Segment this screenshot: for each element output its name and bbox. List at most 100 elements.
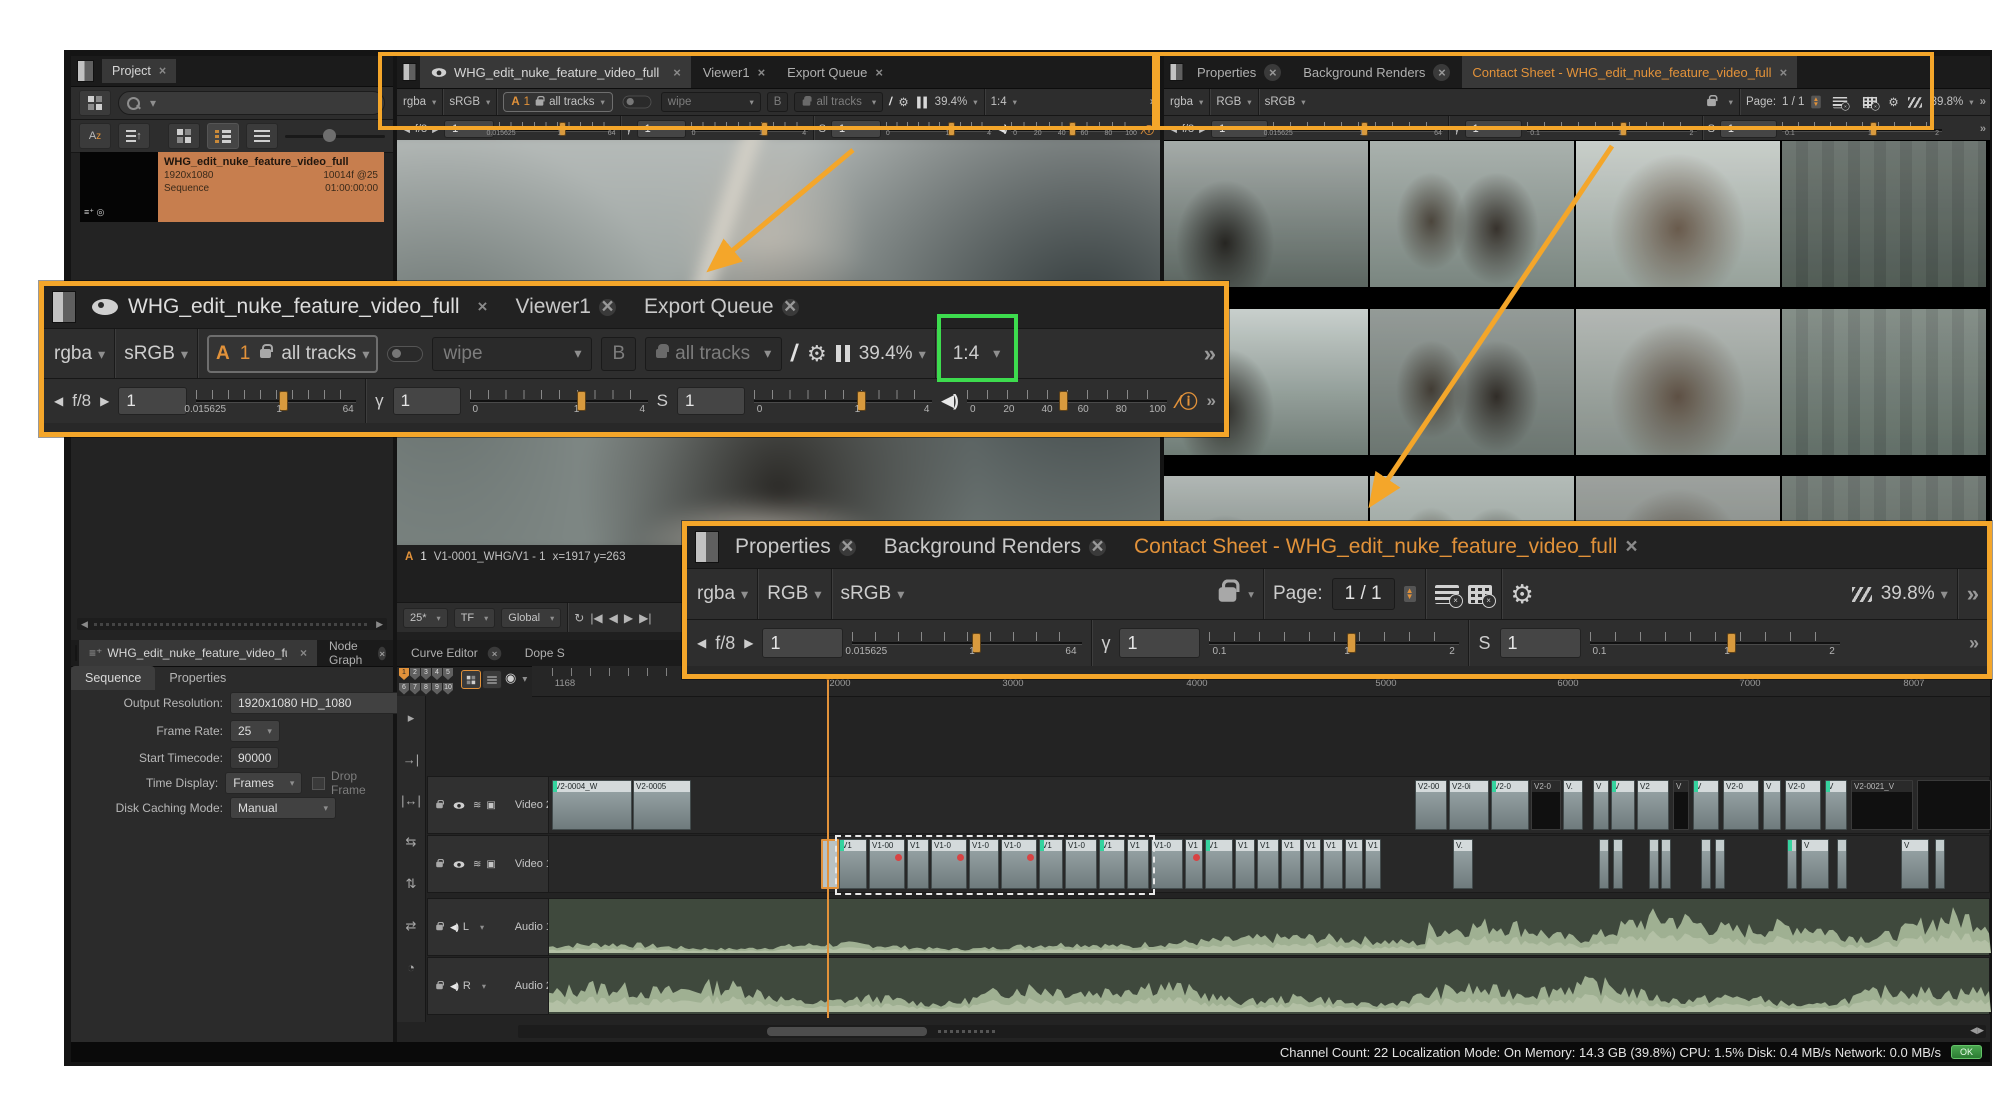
goto-start-icon[interactable]: |◀	[590, 611, 602, 625]
tab-sequence-editor[interactable]: ≡⁺ WHG_edit_nuke_feature_video_full ×	[79, 640, 317, 666]
volume-slider[interactable]: 020406080100	[967, 388, 1168, 414]
monitor-icon[interactable]: ▣	[486, 859, 495, 870]
zoom-level-dropdown[interactable]: 39.4%▾	[859, 343, 926, 365]
output-resolution-dropdown[interactable]: 1920x1080 HD_1080▾	[230, 692, 424, 714]
timeline-clip[interactable]: V2-0	[1785, 780, 1821, 830]
speaker-icon[interactable]: ◀)	[941, 391, 958, 411]
close-icon[interactable]: ×	[599, 299, 616, 316]
timeline-clip[interactable]: V1	[839, 839, 867, 889]
timeline-clip[interactable]: V	[1901, 839, 1929, 889]
close-icon[interactable]: ×	[487, 646, 501, 660]
timeline-scrollbar[interactable]: ◀▶	[518, 1025, 1986, 1038]
saturation-input[interactable]: 1	[1500, 628, 1581, 658]
timeline-clip[interactable]	[1715, 839, 1725, 889]
zoom-level-dropdown[interactable]: 39.8%▾	[1931, 96, 1974, 108]
roll-tool[interactable]: ⇅	[406, 876, 417, 892]
razor-tool[interactable]: ◔	[407, 960, 415, 975]
speaker-icon[interactable]: ◀)	[450, 922, 458, 933]
pane-layout-icon[interactable]	[52, 291, 76, 323]
close-icon[interactable]: ×	[1625, 535, 1637, 559]
timeline-clip[interactable]: V.	[1453, 839, 1473, 889]
contact-sheet-thumbnail[interactable]	[1164, 141, 1368, 287]
tab-properties[interactable]: Properties×	[723, 526, 868, 568]
gear-icon[interactable]: ⚙	[807, 341, 827, 367]
timeformat-dropdown[interactable]: TF▾	[454, 608, 496, 628]
lock-icon[interactable]	[260, 349, 271, 358]
timeline-clip[interactable]: V2-00	[1415, 780, 1447, 830]
wipe-toggle[interactable]	[387, 346, 423, 362]
timeline-clip[interactable]: V1	[1235, 839, 1255, 889]
marker-flag-2[interactable]: 2	[410, 668, 420, 680]
eye-icon[interactable]	[454, 802, 465, 809]
collapse-icon[interactable]: »	[1980, 96, 1984, 108]
timeline-clip[interactable]: V	[1693, 780, 1719, 830]
select-tool[interactable]: ▸	[408, 710, 415, 726]
prev-icon[interactable]: ◀	[697, 636, 706, 650]
lock-icon[interactable]	[436, 924, 443, 929]
marker-flag-6[interactable]: 6	[399, 683, 409, 695]
timeline-clip[interactable]: V.	[1563, 780, 1583, 830]
goto-end-icon[interactable]: ▶|	[639, 611, 651, 625]
list-view-button[interactable]	[246, 123, 278, 149]
gamma-input[interactable]: 1	[1119, 628, 1200, 658]
drop-frame-checkbox[interactable]	[312, 777, 325, 790]
track-content-video2[interactable]: V2-0004_WV2-0005V2-00V2-0iV2-0V2-0V.VVV2…	[548, 776, 1990, 834]
project-view-mode-button[interactable]	[79, 90, 111, 116]
timeline-clip[interactable]	[1649, 839, 1659, 889]
ok-badge[interactable]: OK	[1951, 1045, 1982, 1059]
timeline-clip[interactable]: V	[1763, 780, 1781, 830]
track-header-video2[interactable]: ≋ ▣ Video 2	[427, 776, 559, 834]
timeline-clip[interactable]: V	[1593, 780, 1609, 830]
thumbnail-size-slider[interactable]	[285, 126, 385, 146]
slide-tool[interactable]: |↔|	[401, 793, 421, 808]
record-dropdown[interactable]: ◉▾	[505, 670, 527, 686]
eye-icon[interactable]	[454, 861, 465, 868]
tab-background-renders[interactable]: Background Renders×	[872, 526, 1118, 568]
track-content-audio2[interactable]	[548, 957, 1990, 1015]
project-clip-item[interactable]: ≡⁺ ◎ WHG_edit_nuke_feature_video_full 19…	[80, 152, 384, 222]
colorspace-dropdown[interactable]: sRGB▾	[841, 583, 905, 605]
disk-caching-dropdown[interactable]: Manual▾	[230, 797, 336, 819]
layers-icon[interactable]: ≋	[473, 859, 481, 870]
wipe-mode-dropdown[interactable]: wipe▾	[432, 337, 592, 371]
gamma-input[interactable]: 1	[393, 387, 461, 415]
gain-slider[interactable]: 0.015625164	[852, 630, 1082, 656]
lock-icon[interactable]	[436, 861, 443, 866]
timeline-clip[interactable]: V1	[907, 839, 929, 889]
zoom-level-dropdown[interactable]: 39.8%▾	[1881, 583, 1948, 605]
thumb-view-button[interactable]	[168, 123, 200, 149]
timeline-clip[interactable]: V1-00	[869, 839, 905, 889]
marker-flag-7[interactable]: 7	[410, 683, 420, 695]
layers-icon[interactable]: ≋	[473, 800, 481, 811]
play-backward-icon[interactable]: ◀	[609, 611, 618, 625]
timeline-clip[interactable]: V1	[1281, 839, 1301, 889]
loop-icon[interactable]: ↻	[574, 611, 584, 625]
tab-dope-sheet[interactable]: Dope S	[515, 640, 575, 666]
timeline-clip[interactable]: V1	[1303, 839, 1321, 889]
next-icon[interactable]: ▶	[744, 636, 753, 650]
range-dropdown[interactable]: Global▾	[501, 608, 561, 628]
saturation-input[interactable]: 1	[677, 387, 745, 415]
timeline-clip[interactable]: V	[1673, 780, 1689, 830]
pause-icon[interactable]	[836, 345, 850, 362]
timeline-clip[interactable]: V1	[1257, 839, 1279, 889]
track-header-audio2[interactable]: ◀) R▾ Audio 2	[427, 957, 559, 1015]
lock-icon[interactable]	[436, 983, 443, 988]
ripple-tool[interactable]: ⇄	[406, 918, 417, 934]
timeline-clip[interactable]: V1-0	[931, 839, 967, 889]
tracks-b-dropdown[interactable]: all tracks▾	[645, 337, 782, 371]
tracks-a-dropdown[interactable]: all tracks▾	[281, 343, 369, 365]
gamma-slider[interactable]: 0.112	[1209, 630, 1459, 656]
colorspace-dropdown[interactable]: sRGB▾	[124, 343, 188, 365]
timeline-clip[interactable]: V2-0021_V	[1851, 780, 1913, 830]
timeline-clip[interactable]: V1	[1345, 839, 1363, 889]
pane-layout-icon[interactable]	[695, 531, 719, 563]
close-icon[interactable]: ×	[1089, 539, 1106, 556]
timeline-clip[interactable]	[1613, 839, 1623, 889]
marker-flag-10[interactable]: 10	[443, 683, 453, 695]
prev-icon[interactable]: ◀	[54, 394, 63, 408]
marker-flag-8[interactable]: 8	[421, 683, 431, 695]
contact-sheet-thumbnail[interactable]	[1370, 309, 1574, 455]
close-icon[interactable]: ×	[839, 539, 856, 556]
close-icon[interactable]: ×	[378, 646, 386, 660]
